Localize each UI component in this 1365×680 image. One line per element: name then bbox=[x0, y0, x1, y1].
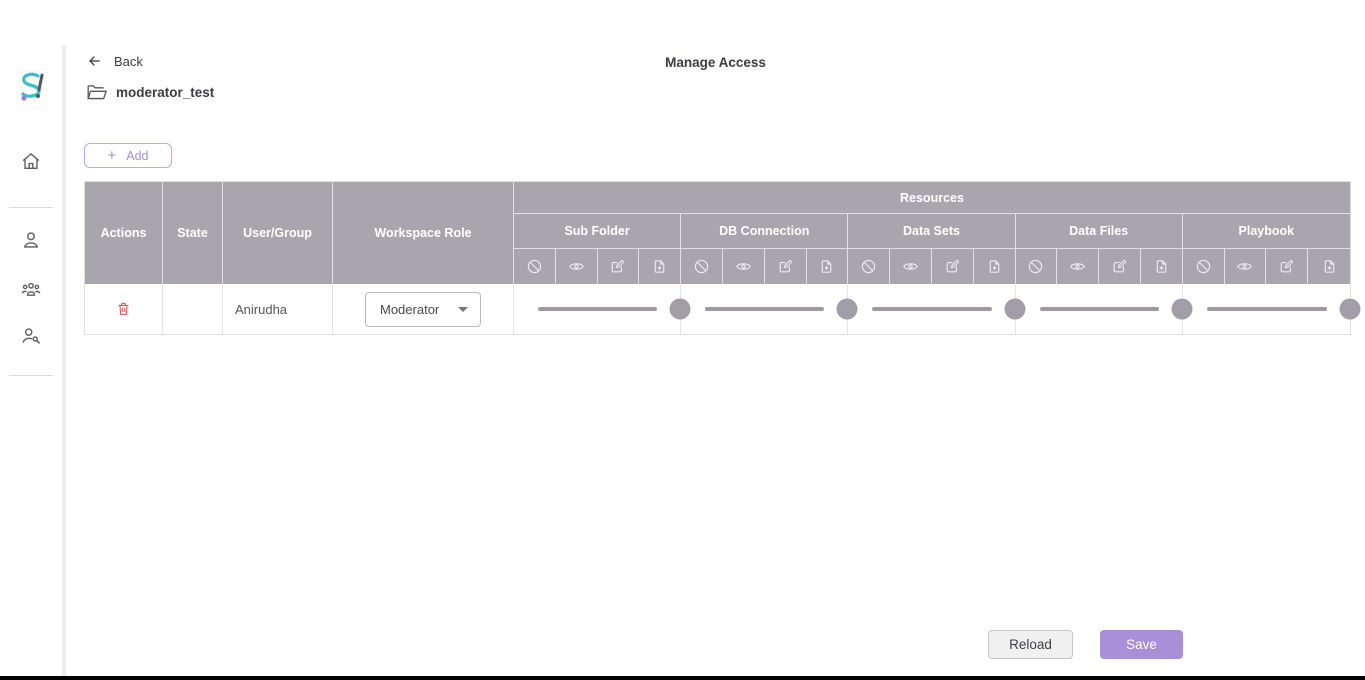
deny-icon bbox=[681, 249, 723, 284]
edit-icon bbox=[764, 249, 807, 284]
add-file-icon bbox=[1140, 249, 1183, 284]
manage-access-table: Actions State User/Group Workspace Role … bbox=[84, 181, 1361, 335]
data-files-permission-slider[interactable] bbox=[1016, 284, 1193, 334]
edit-icon bbox=[931, 249, 974, 284]
add-file-icon bbox=[806, 249, 849, 284]
playbook-permission-cell bbox=[1182, 284, 1361, 334]
group-header-db-connection: DB Connection bbox=[681, 214, 849, 249]
sub-folder-permission-cell bbox=[514, 284, 691, 334]
column-header-workspace-role: Workspace Role bbox=[333, 182, 514, 284]
chevron-down-icon bbox=[458, 306, 468, 312]
workspace-role-value: Moderator bbox=[380, 301, 440, 317]
logo-icon bbox=[21, 72, 44, 101]
group-header-data-files: Data Files bbox=[1015, 214, 1183, 249]
data-sets-permission-cell bbox=[848, 284, 1026, 334]
column-header-user-group: User/Group bbox=[223, 182, 333, 284]
workspace-role-dropdown[interactable]: Moderator bbox=[365, 291, 481, 327]
add-file-icon bbox=[1308, 249, 1350, 284]
main-content: Back Manage Access moderator_test + Add … bbox=[66, 0, 1365, 676]
sub-folder-permission-slider[interactable] bbox=[514, 284, 691, 334]
slider-track bbox=[872, 307, 992, 311]
deny-icon bbox=[514, 249, 556, 284]
playbook-permission-slider[interactable] bbox=[1183, 284, 1361, 334]
slider-track bbox=[538, 307, 658, 311]
table-row-role-cell: Moderator bbox=[333, 284, 514, 334]
sidebar-divider bbox=[9, 207, 53, 208]
folder-open-icon bbox=[87, 85, 107, 100]
edit-icon bbox=[1099, 249, 1141, 284]
add-file-icon bbox=[973, 249, 1016, 284]
group-header-playbook: Playbook bbox=[1182, 214, 1350, 249]
column-header-actions: Actions bbox=[85, 182, 163, 284]
save-button[interactable]: Save bbox=[1100, 630, 1183, 659]
edit-icon bbox=[1266, 249, 1309, 284]
delete-row-button[interactable] bbox=[115, 300, 132, 318]
data-sets-permission-slider[interactable] bbox=[848, 284, 1026, 334]
reload-button[interactable]: Reload bbox=[988, 630, 1073, 659]
group-header-sub-folder: Sub Folder bbox=[514, 214, 682, 249]
column-header-resources: Resources bbox=[514, 182, 1350, 214]
view-icon bbox=[722, 249, 765, 284]
view-icon bbox=[555, 249, 598, 284]
table-row-user-cell: Anirudha bbox=[223, 284, 333, 334]
window-bottom-edge bbox=[0, 676, 1365, 680]
deny-icon bbox=[848, 249, 891, 284]
slider-track bbox=[1206, 307, 1327, 311]
view-icon bbox=[1057, 249, 1100, 284]
deny-icon bbox=[1182, 249, 1225, 284]
table-row-actions-cell bbox=[85, 284, 163, 334]
group-header-data-sets: Data Sets bbox=[848, 214, 1016, 249]
app-logo bbox=[0, 68, 62, 104]
user-icon bbox=[23, 232, 39, 248]
sidebar-item-user-roles[interactable] bbox=[0, 325, 62, 347]
sidebar-divider bbox=[9, 375, 53, 376]
sidebar bbox=[0, 0, 62, 676]
view-icon bbox=[890, 249, 932, 284]
db-connection-permission-cell bbox=[681, 284, 858, 334]
sidebar-item-groups[interactable] bbox=[0, 278, 62, 300]
workspace-folder: moderator_test bbox=[86, 83, 214, 101]
table-row-state-cell bbox=[163, 284, 223, 334]
page-title: Manage Access bbox=[665, 55, 766, 70]
sidebar-item-home[interactable] bbox=[0, 150, 62, 172]
workspace-name: moderator_test bbox=[116, 84, 215, 100]
db-connection-permission-slider[interactable] bbox=[681, 284, 858, 334]
edit-icon bbox=[597, 249, 640, 284]
home-icon bbox=[22, 152, 40, 170]
slider-track bbox=[1039, 307, 1159, 311]
slider-track bbox=[705, 307, 825, 311]
user-key-icon bbox=[22, 328, 41, 344]
data-files-permission-cell bbox=[1015, 284, 1193, 334]
column-header-state: State bbox=[163, 182, 223, 284]
plus-icon: + bbox=[107, 147, 117, 164]
deny-icon bbox=[1015, 249, 1058, 284]
trash-icon bbox=[118, 302, 129, 315]
add-button-label: Add bbox=[126, 148, 149, 163]
sidebar-item-users[interactable] bbox=[0, 229, 62, 251]
add-user-button[interactable]: + Add bbox=[84, 143, 172, 168]
view-icon bbox=[1224, 249, 1267, 284]
add-file-icon bbox=[639, 249, 682, 284]
slider-thumb[interactable] bbox=[1339, 298, 1361, 320]
user-group-icon bbox=[21, 282, 41, 296]
